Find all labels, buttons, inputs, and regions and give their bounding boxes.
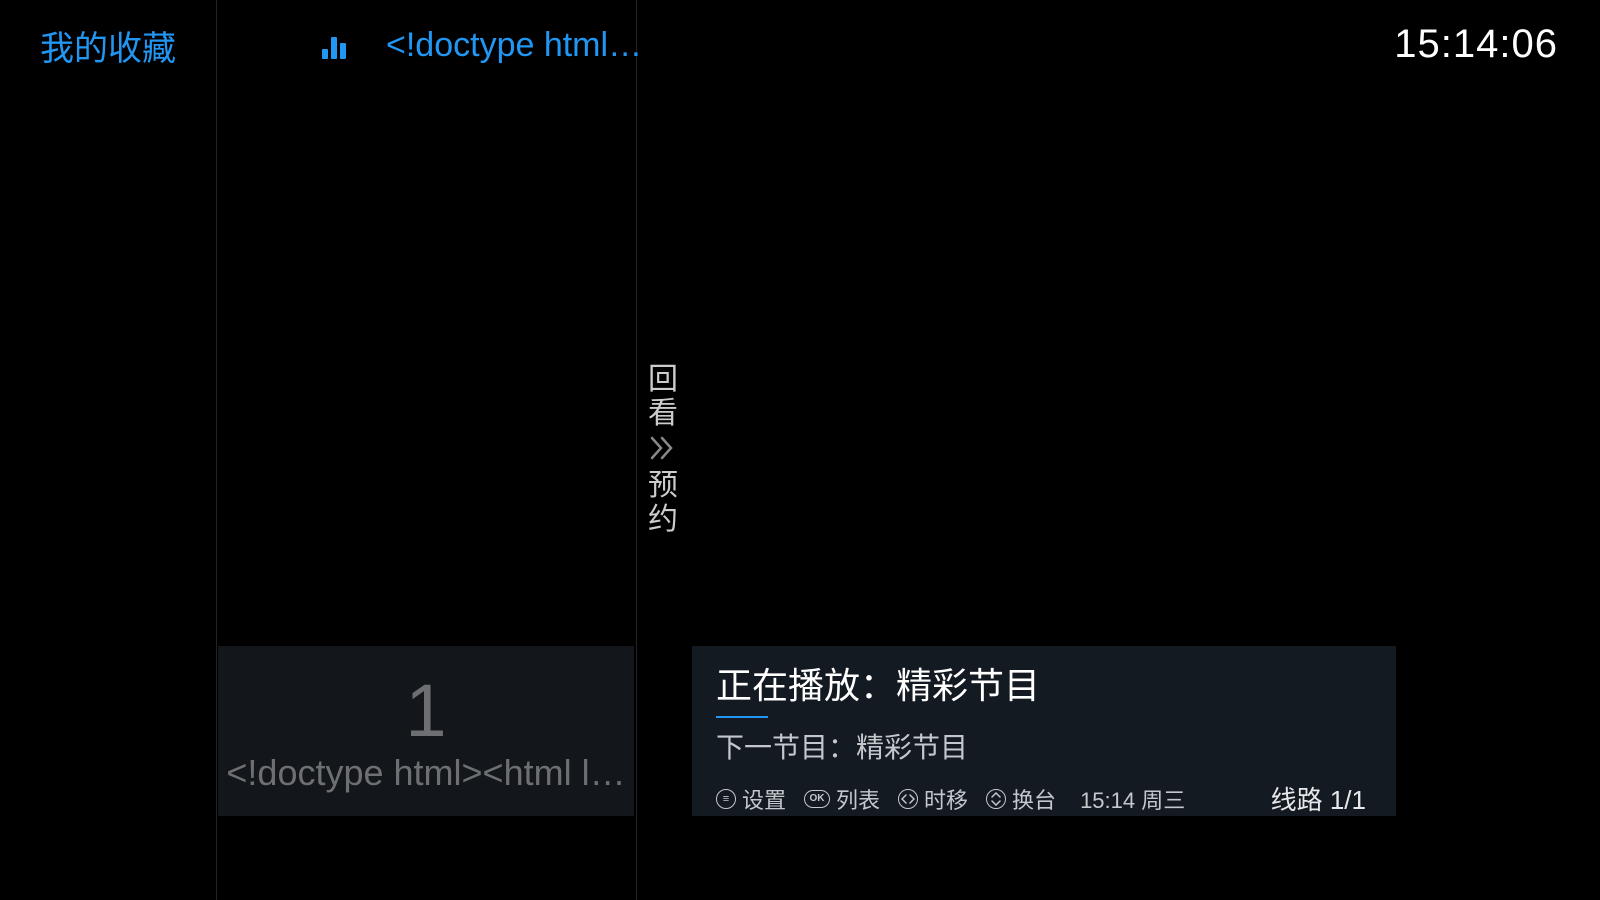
next-playing-title: 精彩节目 [856, 732, 968, 763]
controls-row: ≡ 设置 OK 列表 时移 换台 15:14 周三 线路 1/1 [716, 780, 1372, 817]
menu-key-icon: ≡ [716, 789, 736, 809]
timeshift-hint[interactable]: 时移 [898, 783, 968, 815]
list-label: 列表 [836, 783, 880, 815]
now-playing-title: 精彩节目 [896, 665, 1040, 706]
list-hint[interactable]: OK 列表 [804, 783, 880, 815]
channel-number: 1 [405, 674, 446, 748]
line-info[interactable]: 线路 1/1 [1271, 780, 1372, 817]
vertical-divider-mid [636, 0, 637, 900]
left-right-key-icon [898, 789, 918, 809]
clock: 15:14:06 [1394, 22, 1558, 67]
ok-key-icon: OK [804, 790, 830, 808]
favorites-label[interactable]: 我的收藏 [40, 21, 176, 70]
now-playing-line: 正在播放：精彩节目 [716, 664, 1372, 714]
now-playing-prefix: 正在播放： [716, 665, 896, 706]
next-playing-prefix: 下一节目： [716, 732, 856, 763]
channel-name: <!doctype html><html l… [226, 752, 626, 794]
channel-preview-box[interactable]: 1 <!doctype html><html l… [218, 646, 634, 816]
replay-label[interactable]: 回看 [648, 363, 678, 431]
next-playing-line: 下一节目：精彩节目 [716, 726, 1372, 766]
switch-label: 换台 [1012, 783, 1056, 815]
settings-label: 设置 [742, 783, 786, 815]
chevron-right-double-icon [648, 435, 678, 461]
up-down-key-icon [986, 789, 1006, 809]
datetime-short: 15:14 周三 [1080, 783, 1185, 815]
top-bar: 我的收藏 <!doctype html… [0, 0, 1600, 90]
switch-hint[interactable]: 换台 [986, 783, 1056, 815]
replay-reserve-panel[interactable]: 回看 预约 [648, 363, 678, 537]
progress-fill [716, 716, 768, 718]
equalizer-icon [322, 31, 346, 59]
timeshift-label: 时移 [924, 783, 968, 815]
now-playing-panel: 正在播放：精彩节目 下一节目：精彩节目 ≡ 设置 OK 列表 时移 换台 15:… [692, 646, 1396, 816]
current-channel-title[interactable]: <!doctype html… [386, 26, 642, 65]
reserve-label[interactable]: 预约 [648, 469, 678, 537]
vertical-divider-left [216, 0, 217, 900]
settings-hint[interactable]: ≡ 设置 [716, 783, 786, 815]
